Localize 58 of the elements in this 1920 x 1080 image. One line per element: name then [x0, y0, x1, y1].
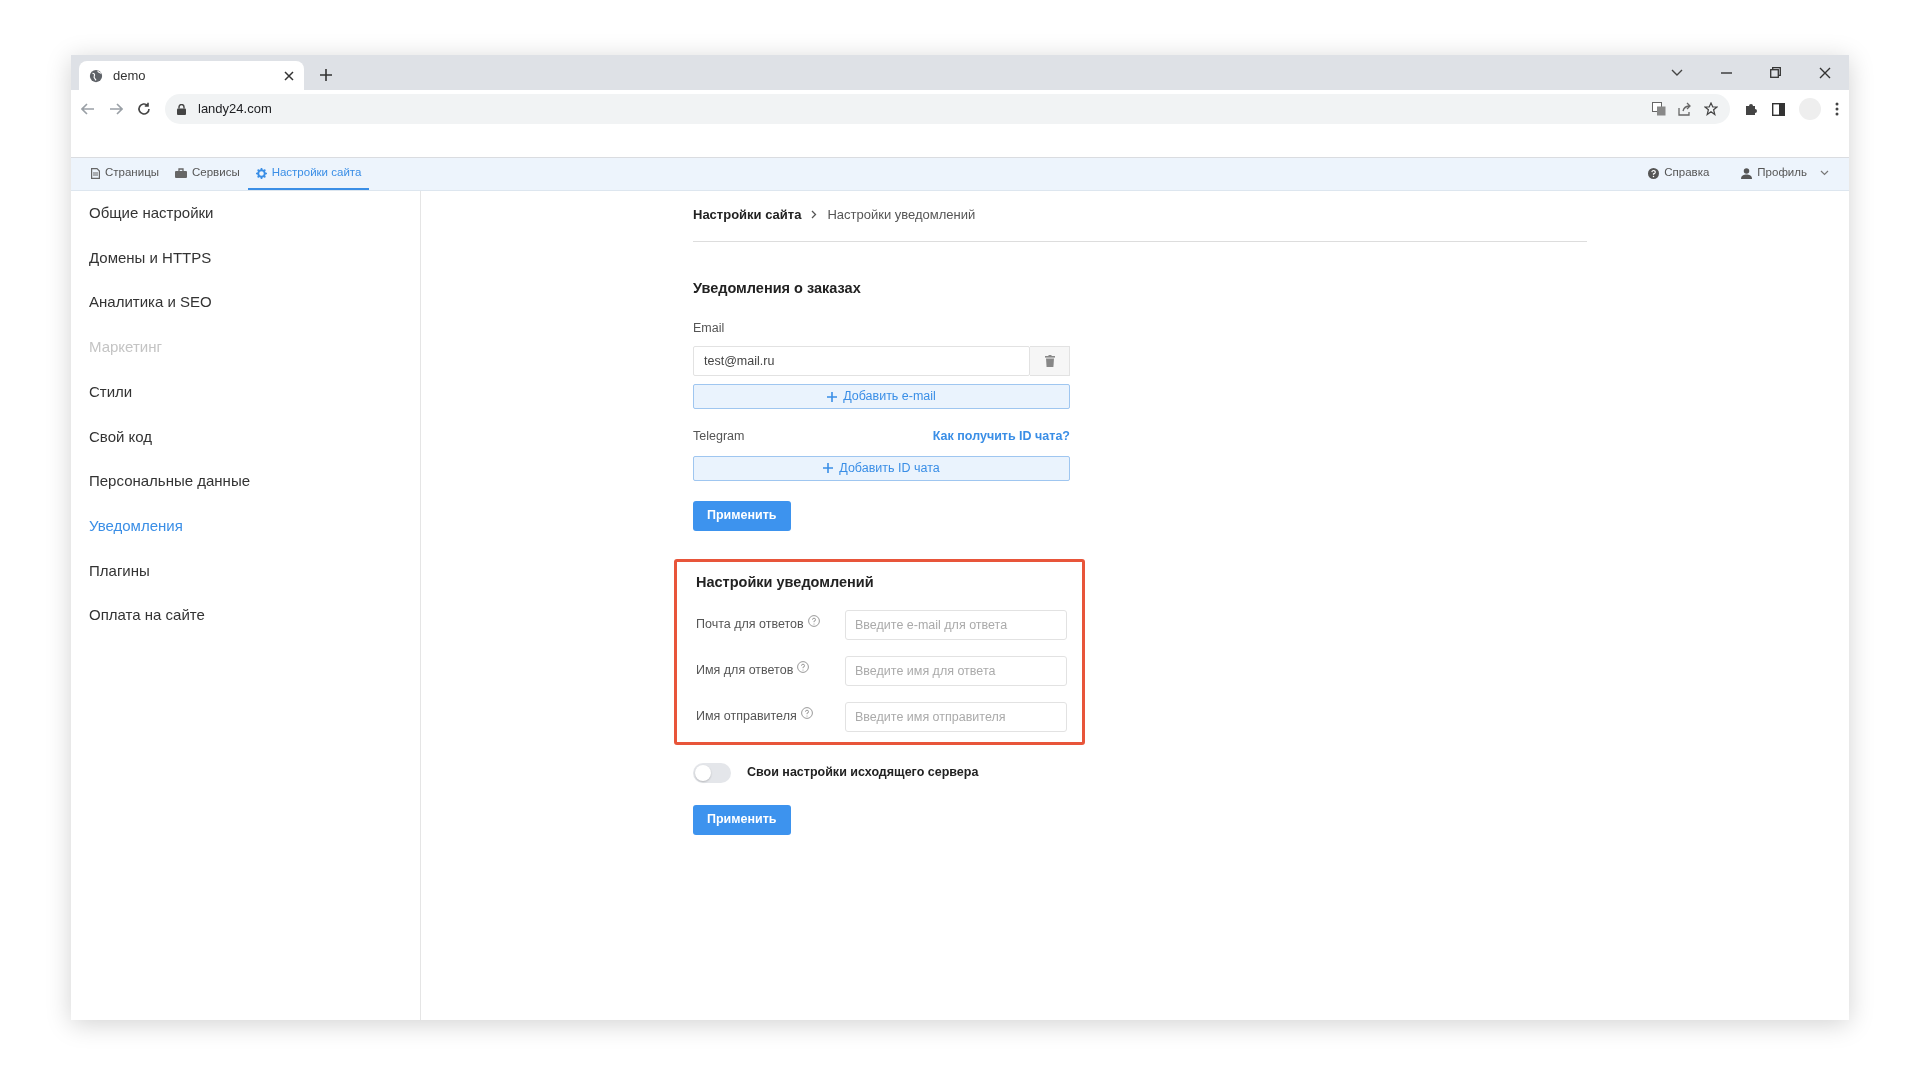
- more-vertical-icon[interactable]: [1835, 102, 1839, 116]
- globe-icon: [89, 68, 103, 83]
- chevron-down-icon: [1820, 170, 1829, 176]
- toggle-label: Свои настройки исходящего сервера: [747, 764, 979, 782]
- plus-icon[interactable]: [320, 69, 332, 81]
- nav-tab[interactable]: Страницы: [83, 158, 167, 190]
- help-icon: [1648, 167, 1660, 179]
- restore-icon[interactable]: [1770, 67, 1781, 78]
- translate-icon[interactable]: [1652, 102, 1666, 116]
- field-label: Почта для ответов: [696, 616, 804, 634]
- sidebar-item[interactable]: Оплата на сайте: [71, 593, 420, 638]
- breadcrumb-current: Настройки уведомлений: [827, 206, 976, 224]
- close-icon[interactable]: [1819, 66, 1831, 79]
- back-arrow-icon[interactable]: [81, 103, 95, 115]
- help-icon: [800, 707, 813, 720]
- user-icon: [1741, 167, 1753, 179]
- toggle-switch[interactable]: [693, 762, 731, 783]
- text-field[interactable]: Введите имя для ответа: [845, 655, 1067, 686]
- nav-tab[interactable]: Сервисы: [167, 158, 248, 190]
- side-panel-icon[interactable]: [1772, 102, 1785, 116]
- sidebar-item[interactable]: Свой код: [71, 414, 420, 460]
- minimize-icon[interactable]: [1721, 71, 1732, 74]
- breadcrumb-link[interactable]: Настройки сайта: [693, 205, 802, 225]
- text-field[interactable]: Введите e-mail для ответа: [845, 609, 1067, 640]
- gear-icon: [255, 167, 267, 179]
- sidebar-item[interactable]: Плагины: [71, 548, 420, 594]
- reload-icon[interactable]: [137, 102, 151, 116]
- field-label: Имя отправителя: [696, 708, 797, 726]
- plus-icon: [827, 391, 838, 402]
- close-icon[interactable]: [284, 70, 294, 81]
- chevron-down-icon[interactable]: [1671, 68, 1683, 77]
- document-icon: [91, 167, 100, 179]
- text-field[interactable]: Введите имя отправителя: [845, 701, 1067, 732]
- toolbox-icon: [175, 168, 187, 178]
- star-icon[interactable]: [1704, 102, 1718, 116]
- section-title: Настройки уведомлений: [696, 572, 875, 592]
- help-icon: [807, 615, 820, 628]
- field-label: Имя для ответов: [696, 662, 794, 680]
- help-link[interactable]: Справка: [1640, 158, 1718, 190]
- share-icon[interactable]: [1678, 102, 1692, 116]
- trash-icon: [1044, 355, 1055, 367]
- help-icon: [797, 661, 810, 674]
- profile-menu[interactable]: Профиль: [1733, 158, 1837, 190]
- forward-arrow-icon[interactable]: [109, 103, 123, 115]
- chevron-right-icon: [811, 210, 818, 220]
- section-title: Уведомления о заказах: [693, 278, 862, 298]
- field-label: Telegram: [693, 428, 745, 445]
- field-label: Email: [693, 320, 726, 338]
- lock-icon: [177, 103, 186, 115]
- sidebar-item[interactable]: Аналитика и SEO: [71, 280, 420, 326]
- sidebar-item[interactable]: Персональные данные: [71, 459, 420, 504]
- email-field[interactable]: test@mail.ru: [693, 346, 1030, 376]
- sidebar-item[interactable]: Стили: [71, 369, 420, 415]
- plus-icon: [823, 463, 834, 474]
- puzzle-icon[interactable]: [1744, 102, 1758, 116]
- delete-button[interactable]: [1030, 346, 1070, 376]
- sidebar-item[interactable]: Общие настройки: [71, 191, 420, 236]
- sidebar-item[interactable]: Домены и HTTPS: [71, 235, 420, 281]
